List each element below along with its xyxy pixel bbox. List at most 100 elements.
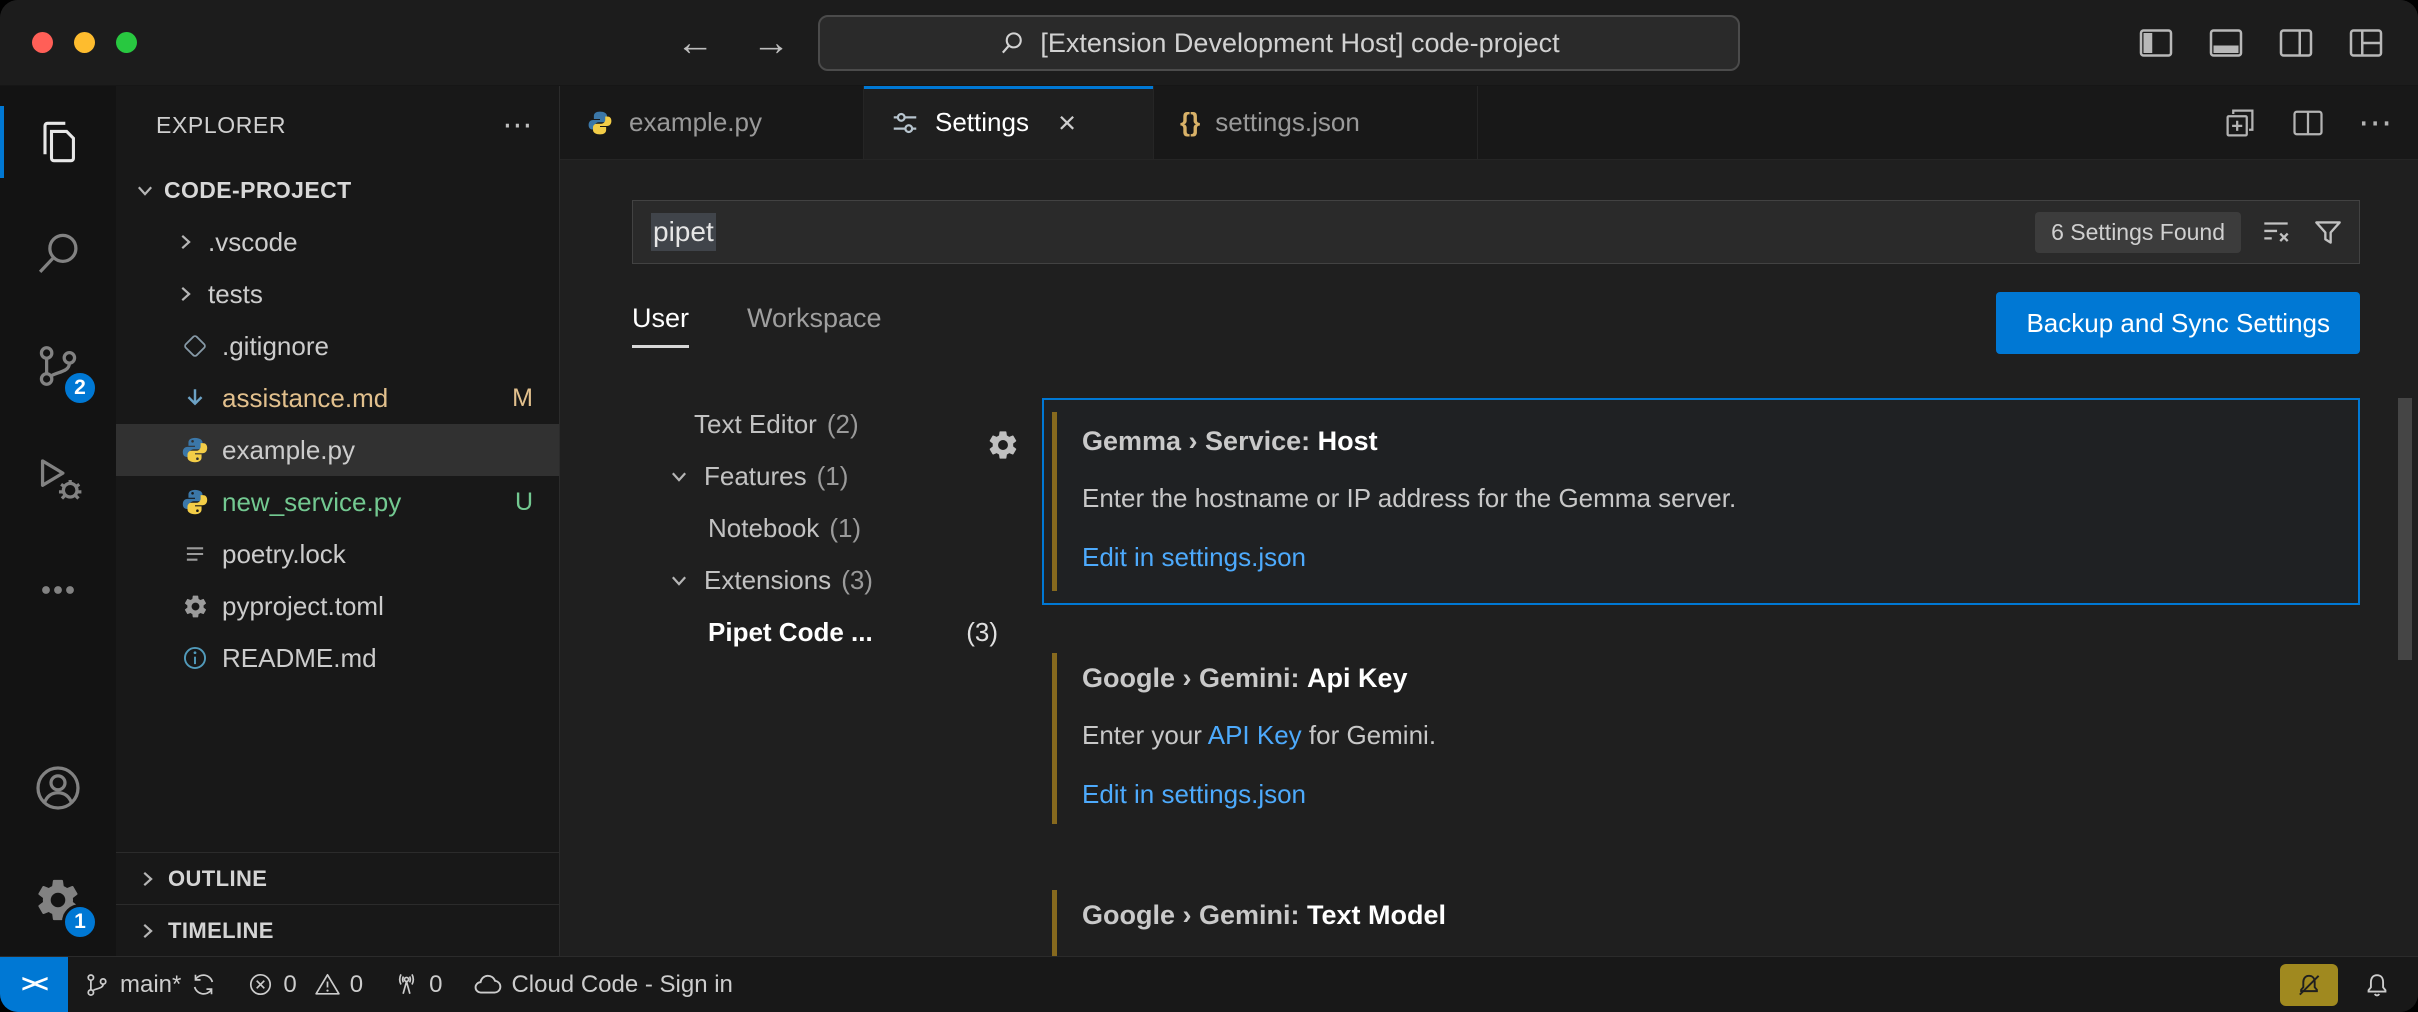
explorer-icon[interactable]	[0, 86, 116, 198]
sidebar-title: EXPLORER	[156, 112, 286, 139]
ports-item[interactable]: 0	[378, 957, 457, 1012]
editor-more-actions-icon[interactable]: ⋯	[2358, 103, 2392, 143]
error-icon	[247, 971, 274, 998]
run-debug-icon[interactable]	[0, 422, 116, 534]
toc-text-editor[interactable]: Text Editor (2)	[632, 398, 1012, 450]
scope-tab-user[interactable]: User	[632, 303, 689, 348]
back-icon[interactable]: ←	[676, 22, 714, 65]
file-row-gitignore[interactable]: .gitignore	[116, 320, 559, 372]
search-icon	[998, 29, 1026, 57]
clear-filters-icon[interactable]	[2259, 215, 2293, 249]
setting-name: Text Model	[1307, 900, 1446, 930]
command-center-title: [Extension Development Host] code-projec…	[1040, 28, 1559, 59]
settings-search-input[interactable]: pipet 6 Settings Found	[632, 200, 2360, 264]
settings-found-badge: 6 Settings Found	[2035, 212, 2241, 253]
forward-icon[interactable]: →	[752, 22, 790, 65]
toggle-panel-icon[interactable]	[2206, 23, 2246, 63]
ports-count: 0	[429, 971, 442, 999]
settings-toc: Text Editor (2) Features (1) Notebook	[632, 398, 1012, 956]
sync-icon	[190, 971, 217, 998]
customize-layout-icon[interactable]	[2346, 23, 2386, 63]
activity-bar: 2	[0, 86, 116, 956]
project-root-row[interactable]: CODE-PROJECT	[116, 164, 559, 216]
file-row-new-service-py[interactable]: new_service.py U	[116, 476, 559, 528]
api-key-link[interactable]: API Key	[1208, 720, 1302, 750]
remote-indicator[interactable]: ><	[0, 957, 68, 1012]
file-row-assistance-md[interactable]: assistance.md M	[116, 372, 559, 424]
python-file-icon	[180, 435, 210, 465]
timeline-section[interactable]: TIMELINE	[116, 904, 559, 956]
chevron-down-icon	[134, 179, 156, 201]
file-row-poetry-lock[interactable]: poetry.lock	[116, 528, 559, 580]
backup-sync-settings-button[interactable]: Backup and Sync Settings	[1996, 292, 2360, 354]
source-control-badge: 2	[62, 370, 98, 406]
cloud-code-item[interactable]: Cloud Code - Sign in	[457, 957, 747, 1012]
setting-row-google-gemini-api-key[interactable]: Google › Gemini: Api Key Enter your API …	[1042, 635, 2360, 842]
cloud-code-label: Cloud Code - Sign in	[511, 971, 732, 999]
command-center[interactable]: [Extension Development Host] code-projec…	[818, 15, 1740, 71]
toc-notebook[interactable]: Notebook (1)	[632, 502, 1012, 554]
settings-sliders-icon	[890, 108, 920, 138]
settings-editor: pipet 6 Settings Found	[560, 160, 2418, 956]
cloud-icon	[472, 970, 502, 1000]
outline-section[interactable]: OUTLINE	[116, 852, 559, 904]
manage-gear-icon[interactable]: 1	[0, 844, 116, 956]
explorer-sidebar: EXPLORER ⋯ CODE-PROJECT .vscode	[116, 86, 560, 956]
setting-gear-icon[interactable]	[986, 428, 1020, 462]
settings-list: Gemma › Service: Host Enter the hostname…	[1042, 398, 2360, 956]
account-icon[interactable]	[0, 732, 116, 844]
minimize-window-button[interactable]	[74, 32, 95, 53]
file-row-vscode[interactable]: .vscode	[116, 216, 559, 268]
setting-name: Host	[1318, 426, 1378, 456]
edit-in-settings-json-link[interactable]: Edit in settings.json	[1082, 542, 2328, 573]
info-file-icon	[180, 643, 210, 673]
filter-icon[interactable]	[2311, 215, 2345, 249]
file-row-example-py[interactable]: example.py	[116, 424, 559, 476]
outline-label: OUTLINE	[168, 866, 267, 892]
toggle-primary-sidebar-icon[interactable]	[2136, 23, 2176, 63]
tab-settings[interactable]: Settings ×	[864, 86, 1154, 159]
tab-example-py[interactable]: example.py	[560, 86, 864, 159]
project-root-label: CODE-PROJECT	[164, 177, 352, 204]
tab-settings-json[interactable]: {} settings.json	[1154, 86, 1478, 159]
close-window-button[interactable]	[32, 32, 53, 53]
setting-row-google-gemini-text-model[interactable]: Google › Gemini: Text Model	[1042, 872, 2360, 956]
git-status-badge: M	[512, 384, 533, 413]
warning-count: 0	[350, 971, 363, 999]
chevron-right-icon	[136, 868, 158, 890]
problems-item[interactable]: 0 0	[232, 957, 378, 1012]
more-views-icon[interactable]	[0, 534, 116, 646]
setting-row-gemma-service-host[interactable]: Gemma › Service: Host Enter the hostname…	[1042, 398, 2360, 605]
scrollbar-thumb[interactable]	[2398, 398, 2412, 660]
traffic-lights	[32, 32, 137, 53]
file-row-pyproject-toml[interactable]: pyproject.toml	[116, 580, 559, 632]
toc-features[interactable]: Features (1)	[632, 450, 1012, 502]
chevron-down-icon	[668, 465, 694, 487]
chevron-right-icon	[136, 920, 158, 942]
scope-tab-workspace[interactable]: Workspace	[747, 303, 882, 348]
explorer-more-actions-icon[interactable]: ⋯	[502, 108, 533, 143]
do-not-disturb-item[interactable]	[2280, 964, 2338, 1006]
git-status-badge: U	[515, 488, 533, 517]
notifications-bell-icon[interactable]	[2362, 970, 2392, 1000]
file-row-readme-md[interactable]: README.md	[116, 632, 559, 684]
open-changes-icon[interactable]	[2222, 105, 2258, 141]
markdown-file-icon	[180, 383, 210, 413]
split-editor-icon[interactable]	[2290, 105, 2326, 141]
edit-in-settings-json-link[interactable]: Edit in settings.json	[1082, 779, 2328, 810]
chevron-down-icon	[668, 569, 694, 591]
zoom-window-button[interactable]	[116, 32, 137, 53]
toc-pipet-code[interactable]: Pipet Code ... (3)	[632, 606, 1012, 658]
source-control-icon[interactable]: 2	[0, 310, 116, 422]
branch-item[interactable]: main*	[68, 957, 232, 1012]
toc-extensions[interactable]: Extensions (3)	[632, 554, 1012, 606]
modified-indicator	[1052, 653, 1057, 824]
title-bar: ← → [Extension Development Host] code-pr…	[0, 0, 2418, 86]
toggle-secondary-sidebar-icon[interactable]	[2276, 23, 2316, 63]
close-tab-icon[interactable]: ×	[1058, 105, 1076, 141]
setting-category: Google › Gemini:	[1082, 900, 1307, 930]
search-sidebar-icon[interactable]	[0, 198, 116, 310]
tab-bar: example.py Settings × {} settin	[560, 86, 2418, 160]
file-row-tests[interactable]: tests	[116, 268, 559, 320]
chevron-right-icon	[174, 283, 196, 305]
